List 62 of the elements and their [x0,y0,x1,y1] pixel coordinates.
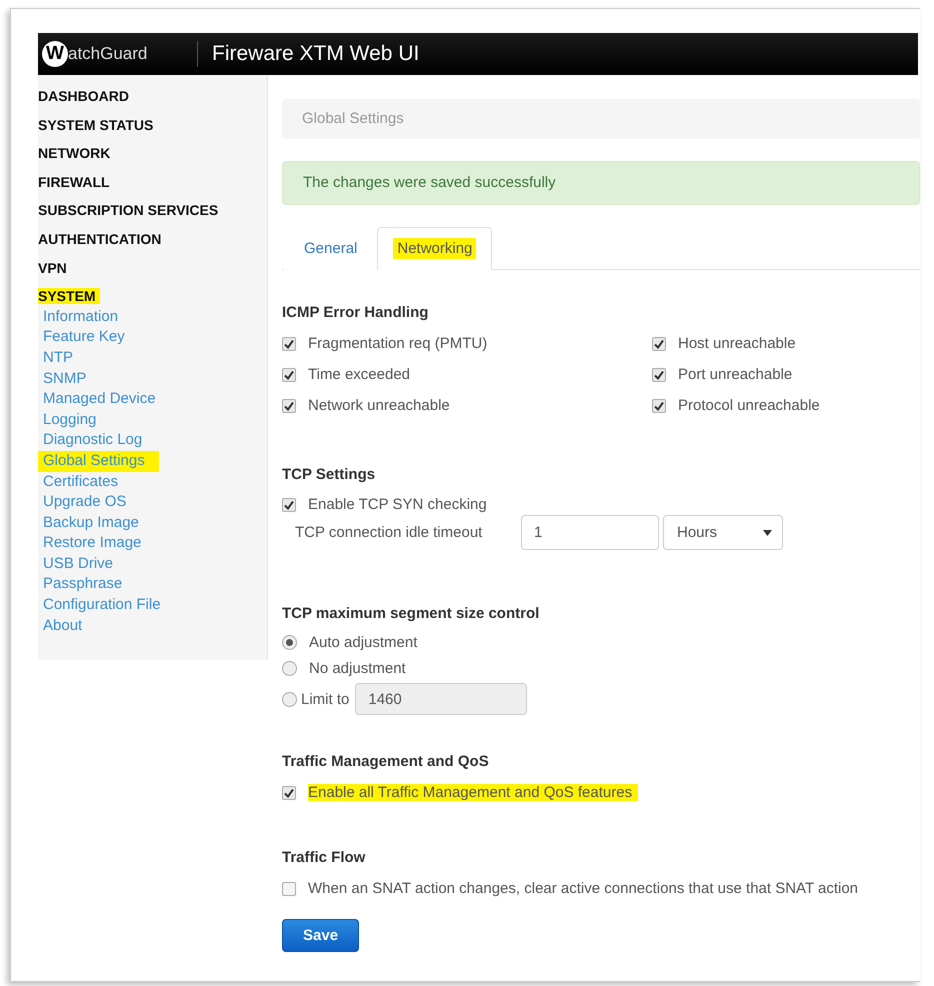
sidebar-link[interactable]: About [38,616,82,636]
sidebar-section[interactable]: VPN [38,260,71,276]
section-heading: TCP Settings [282,466,376,483]
checkbox[interactable] [282,368,296,382]
checkbox-label: Enable all Traffic Management and QoS features [308,784,638,801]
checkbox[interactable] [282,398,296,412]
checkbox-label: Enable TCP SYN checking [308,496,487,513]
radio-button[interactable] [282,635,297,650]
sidebar-link[interactable]: Backup Image [38,512,139,534]
logo: W atchGuard [38,41,198,67]
sidebar-link[interactable]: Upgrade OS [38,492,126,513]
sidebar-link[interactable]: Configuration File [38,595,161,616]
sidebar-link[interactable]: NTP [38,348,73,369]
checkbox[interactable] [282,336,296,350]
sidebar-section[interactable]: AUTHENTICATION [38,230,166,247]
sidebar-section[interactable]: NETWORK [38,145,114,162]
sidebar-link[interactable]: Passphrase [38,574,122,596]
sidebar-link[interactable]: Managed Device [38,389,156,410]
radio-button[interactable] [282,661,297,676]
radio-label: Limit to [301,690,350,708]
sidebar-link[interactable]: Restore Image [38,533,142,554]
unit-dropdown[interactable]: Hours [663,515,783,550]
checkbox[interactable] [652,368,666,382]
checkbox-label: Network unreachable [308,397,450,414]
section-heading: Traffic Management and QoS [282,753,490,770]
sidebar-section[interactable]: FIREWALL [38,174,114,190]
checkbox[interactable] [282,498,296,512]
checkbox-label: Protocol unreachable [678,397,820,414]
section-heading: Traffic Flow [282,849,366,866]
section-heading: ICMP Error Handling [282,304,430,321]
sidebar-link[interactable]: Certificates [38,472,118,492]
sidebar-section[interactable]: SYSTEM [38,288,100,304]
success-alert: The changes were saved successfully [282,161,920,205]
checkbox-label: When an SNAT action changes, clear active connections that use that SNAT action [308,880,858,897]
checkbox[interactable] [652,398,666,412]
sidebar-link[interactable]: Feature Key [38,327,125,348]
radio-label: No adjustment [309,660,406,677]
app-title: Fireware XTM Web UI [212,42,420,66]
checkbox-label: Port unreachable [678,366,792,383]
timeout-field[interactable]: 1 [521,515,659,550]
checkbox[interactable] [282,882,296,896]
tab[interactable]: Networking [377,227,492,270]
sidebar-link[interactable]: Diagnostic Log [38,430,142,451]
checkbox[interactable] [652,336,666,350]
sidebar-link[interactable]: Logging [38,410,96,430]
sidebar-section[interactable]: DASHBOARD [38,88,133,104]
sidebar-link[interactable]: Information [38,306,118,328]
sidebar-section[interactable]: SYSTEM STATUS [38,116,158,133]
radio-label: Auto adjustment [309,634,418,651]
breadcrumb: Global Settings [282,99,920,139]
caret-icon [763,530,772,536]
sidebar-link[interactable]: Global Settings [38,450,159,472]
field-label: TCP connection idle timeout [295,524,484,541]
checkbox-label: Time exceeded [308,366,410,383]
save-button[interactable]: Save [282,919,360,952]
section-heading: TCP maximum segment size control [282,605,540,622]
sidebar-section[interactable]: SUBSCRIPTION SERVICES [38,202,222,218]
sidebar-link[interactable]: USB Drive [38,554,114,574]
checkbox-label: Fragmentation req (PMTU) [308,335,488,352]
checkbox[interactable] [282,786,296,800]
sidebar-link[interactable]: SNMP [38,368,86,390]
checkbox-label: Host unreachable [678,335,796,352]
